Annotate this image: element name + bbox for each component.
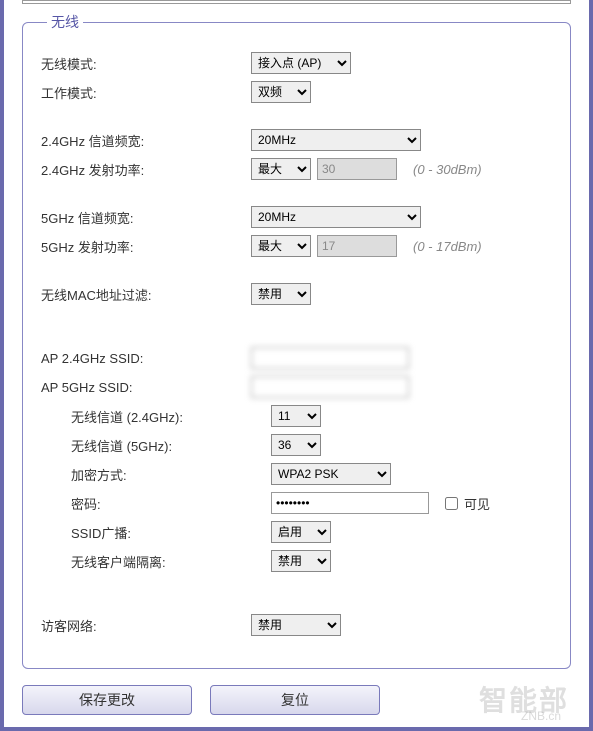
guest-select[interactable]: 禁用 (251, 614, 341, 636)
work-mode-select[interactable]: 双频 (251, 81, 311, 103)
guest-label: 访客网络: (41, 616, 251, 635)
isolation-select[interactable]: 禁用 (271, 550, 331, 572)
save-button[interactable]: 保存更改 (22, 685, 192, 715)
tx5-power-label: 5GHz 发射功率: (41, 237, 251, 256)
ssid-bcast-label: SSID广播: (41, 523, 271, 542)
tx5-power-select[interactable]: 最大 (251, 235, 311, 257)
ssid24-label: AP 2.4GHz SSID: (41, 351, 251, 366)
tx24-power-input[interactable] (317, 158, 397, 180)
encryption-select[interactable]: WPA2 PSK (271, 463, 391, 485)
wireless-mode-select[interactable]: 接入点 (AP) (251, 52, 351, 74)
chan5-select[interactable]: 36 (271, 434, 321, 456)
isolation-label: 无线客户端隔离: (41, 552, 271, 571)
ssid5-input[interactable] (251, 376, 409, 398)
ch5-width-select[interactable]: 20MHz (251, 206, 421, 228)
tx24-power-hint: (0 - 30dBm) (413, 162, 482, 177)
password-visible-label: 可见 (464, 494, 490, 513)
ch24-width-select[interactable]: 20MHz (251, 129, 421, 151)
work-mode-label: 工作模式: (41, 83, 251, 102)
ssid5-label: AP 5GHz SSID: (41, 380, 251, 395)
tx5-power-hint: (0 - 17dBm) (413, 239, 482, 254)
ssid-bcast-select[interactable]: 启用 (271, 521, 331, 543)
mac-filter-label: 无线MAC地址过滤: (41, 285, 251, 304)
chan5-label: 无线信道 (5GHz): (41, 436, 271, 455)
ssid24-input[interactable] (251, 347, 409, 369)
ch5-width-label: 5GHz 信道频宽: (41, 208, 251, 227)
tx5-power-input[interactable] (317, 235, 397, 257)
password-input[interactable] (271, 492, 429, 514)
ch24-width-label: 2.4GHz 信道频宽: (41, 131, 251, 150)
password-visible-checkbox[interactable] (445, 497, 458, 510)
wireless-fieldset: 无线 无线模式: 接入点 (AP) 工作模式: 双频 2.4GHz 信道频宽: … (22, 12, 571, 669)
mac-filter-select[interactable]: 禁用 (251, 283, 311, 305)
reset-button[interactable]: 复位 (210, 685, 380, 715)
encryption-label: 加密方式: (41, 465, 271, 484)
top-divider (22, 0, 571, 4)
fieldset-legend: 无线 (47, 12, 83, 32)
tx24-power-select[interactable]: 最大 (251, 158, 311, 180)
tx24-power-label: 2.4GHz 发射功率: (41, 160, 251, 179)
chan24-select[interactable]: 11 (271, 405, 321, 427)
chan24-label: 无线信道 (2.4GHz): (41, 407, 271, 426)
wireless-mode-label: 无线模式: (41, 54, 251, 73)
password-label: 密码: (41, 494, 271, 513)
